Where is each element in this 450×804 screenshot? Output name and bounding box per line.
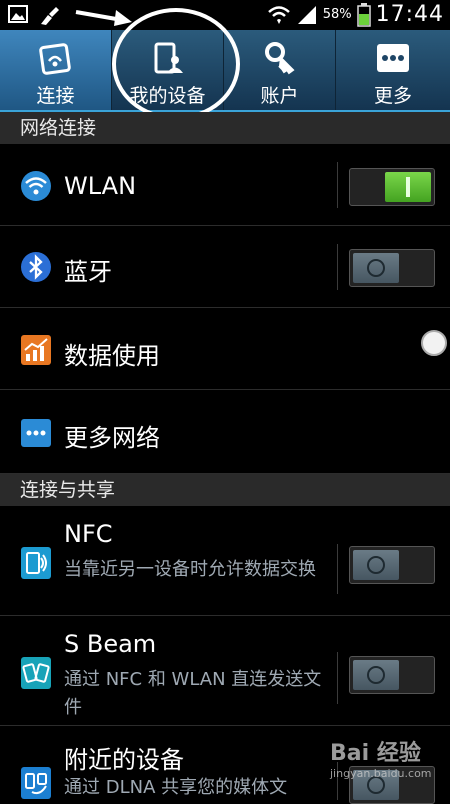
- bluetooth-icon: [21, 252, 51, 282]
- settings-tab-bar: 连接 我的设备 账户 更多: [0, 30, 450, 112]
- tab-accounts-label: 账户: [260, 85, 299, 107]
- nfc-label: NFC: [64, 520, 113, 548]
- annotation-arrow-icon: [75, 10, 132, 26]
- toggle-knob: [353, 660, 399, 690]
- watermark-url: jingyan.baidu.com: [330, 767, 432, 780]
- tab-my-device-label: 我的设备: [129, 85, 206, 107]
- nearby-devices-description: 通过 DLNA 共享您的媒体文: [64, 777, 288, 798]
- more-dots-icon: [377, 44, 409, 72]
- nfc-description: 当靠近另一设备时允许数据交换: [64, 559, 316, 580]
- sbeam-icon: [21, 657, 51, 689]
- battery-icon: [356, 2, 371, 27]
- scroll-indicator[interactable]: [421, 330, 447, 356]
- section-header-connect-share: 连接与共享: [0, 474, 450, 506]
- clock: 17:44: [375, 2, 444, 27]
- accounts-key-icon: [264, 42, 295, 75]
- row-nfc[interactable]: NFC 当靠近另一设备时允许数据交换: [0, 506, 450, 616]
- watermark-main: Bai 经验: [330, 741, 421, 766]
- tab-my-device[interactable]: 我的设备: [112, 30, 224, 110]
- connections-icon: [38, 43, 71, 75]
- divider: [337, 162, 338, 208]
- bluetooth-label: 蓝牙: [64, 258, 112, 286]
- sbeam-toggle[interactable]: [349, 656, 435, 694]
- divider: [337, 244, 338, 290]
- data-usage-label: 数据使用: [64, 342, 160, 370]
- sbeam-label: S Beam: [64, 630, 157, 658]
- signal-strength-icon: [297, 5, 316, 24]
- nearby-devices-label: 附近的设备: [64, 746, 184, 774]
- nfc-icon: [21, 547, 51, 579]
- wifi-status-icon: [267, 5, 290, 24]
- wlan-label: WLAN: [64, 172, 137, 200]
- tab-more[interactable]: 更多: [336, 30, 450, 110]
- sbeam-description: 通过 NFC 和 WLAN 直连发送文件: [64, 669, 322, 718]
- bluetooth-toggle[interactable]: [349, 249, 435, 287]
- cleaning-brush-notification-icon: [41, 7, 59, 25]
- my-device-icon: [154, 42, 183, 74]
- divider: [337, 544, 338, 594]
- tab-connections[interactable]: 连接: [0, 30, 112, 110]
- gallery-notification-icon: [8, 5, 28, 23]
- row-sbeam[interactable]: S Beam 通过 NFC 和 WLAN 直连发送文件: [0, 616, 450, 726]
- wifi-icon: [21, 171, 51, 201]
- nearby-devices-icon: [21, 767, 51, 799]
- more-networks-label: 更多网络: [64, 424, 160, 452]
- divider: [337, 652, 338, 704]
- tab-connections-label: 连接: [36, 85, 75, 107]
- row-wlan[interactable]: WLAN: [0, 144, 450, 226]
- data-usage-chart-icon: [21, 335, 51, 365]
- tab-accounts[interactable]: 账户: [224, 30, 336, 110]
- baidu-jingyan-watermark: Bai 经验 jingyan.baidu.com: [330, 735, 432, 780]
- nfc-toggle[interactable]: [349, 546, 435, 584]
- status-bar: 58% 17:44: [0, 0, 450, 30]
- tab-more-label: 更多: [373, 85, 412, 107]
- toggle-knob: [353, 550, 399, 580]
- battery-percent: 58%: [322, 7, 352, 22]
- row-more-networks[interactable]: 更多网络: [0, 390, 450, 474]
- toggle-knob: [353, 253, 399, 283]
- more-networks-icon: [21, 419, 51, 447]
- section-header-network: 网络连接: [0, 112, 450, 144]
- row-data-usage[interactable]: 数据使用: [0, 308, 450, 390]
- toggle-knob: [385, 172, 431, 202]
- row-bluetooth[interactable]: 蓝牙: [0, 226, 450, 308]
- wlan-toggle[interactable]: [349, 168, 435, 206]
